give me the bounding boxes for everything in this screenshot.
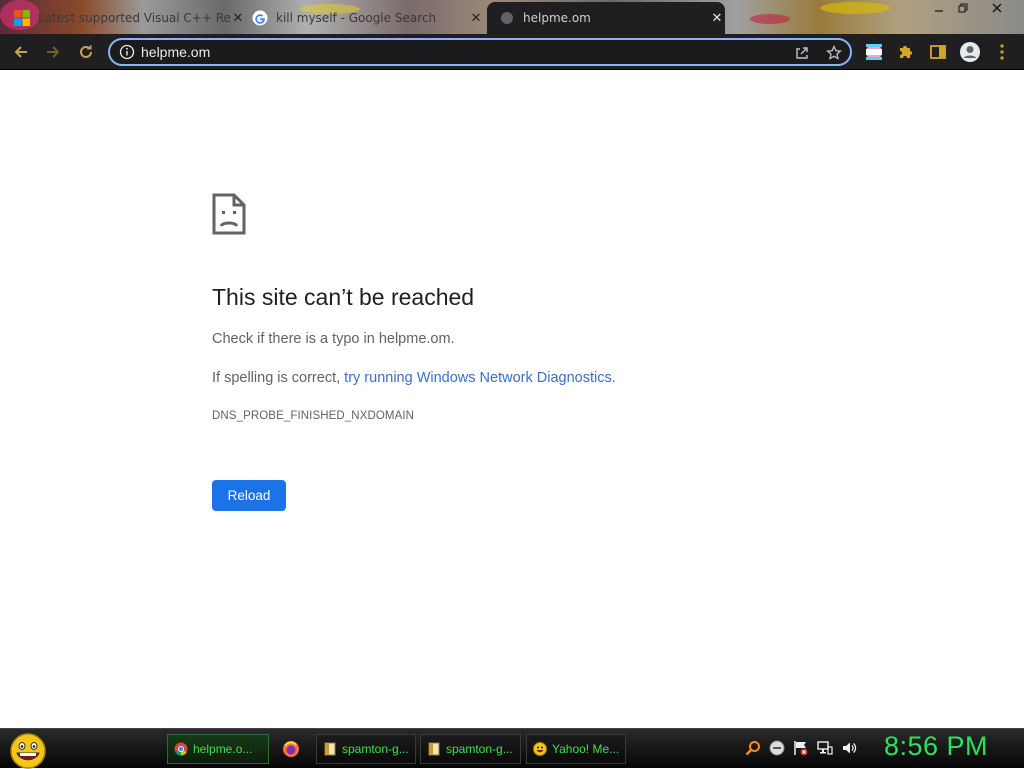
address-input[interactable] [141,44,781,60]
taskbar-item-firefox[interactable] [276,734,308,764]
taskbar-item-yahoo-messenger[interactable]: Yahoo! Me... [526,734,626,764]
close-tab-icon[interactable]: ✕ [468,10,484,26]
tab-strip: Latest supported Visual C++ Re ✕ kill my… [0,0,1024,34]
google-logo-icon [252,10,268,26]
minimize-icon [935,10,943,12]
taskbar-clock[interactable]: 8:56 PM [884,731,988,762]
taskbar-item-label: helpme.o... [193,742,253,756]
close-tab-icon[interactable]: ✕ [709,10,725,26]
refresh-icon [80,45,92,58]
taskbar: helpme.o... spamton-g... spamton-g... Ya… [0,728,1024,769]
tray-volume[interactable] [840,739,858,757]
more-vertical-icon [1000,44,1004,60]
info-icon[interactable] [119,44,135,60]
restore-icon [958,3,968,13]
forward-button[interactable] [40,39,66,65]
tab-visual-cpp[interactable]: Latest supported Visual C++ Re ✕ [14,2,246,34]
close-icon [992,3,1002,13]
theme-splat [820,2,890,14]
close-tab-icon[interactable]: ✕ [230,10,246,26]
speaker-icon [843,742,857,754]
restore-button[interactable] [952,0,974,16]
browser-toolbar [0,34,1024,70]
network-diagnostics-link[interactable]: try running Windows Network Diagnostics [344,370,612,386]
search-icon [745,741,760,756]
reload-button[interactable]: Reload [212,480,286,511]
diagnostics-hint: If spelling is correct, try running Wind… [212,370,616,386]
theme-splat [750,14,790,24]
tab-favicon [501,12,513,24]
start-button[interactable] [8,731,48,769]
microsoft-logo-icon [14,10,30,26]
page-content: This site can’t be reached Check if ther… [0,71,1024,728]
close-window-button[interactable] [986,0,1008,16]
diagnostics-hint-suffix: . [611,370,616,386]
taskbar-item-label: spamton-g... [446,742,513,756]
side-panel-button[interactable] [925,39,951,65]
profile-flag-extension[interactable] [861,39,887,65]
extensions-button[interactable] [893,39,919,65]
flag-warning-icon [794,741,808,756]
tab-google-search[interactable]: kill myself - Google Search ✕ [252,2,484,34]
tab-helpme-active[interactable]: helpme.om ✕ [487,2,725,34]
tab-title: kill myself - Google Search [276,11,437,25]
chrome-icon [174,742,188,756]
error-code: DNS_PROBE_FINISHED_NXDOMAIN [212,410,415,422]
minimize-button[interactable] [928,0,950,16]
tray-action-center[interactable] [792,739,810,757]
tray-search[interactable] [744,739,762,757]
pride-flag-icon [866,44,882,60]
profile-button[interactable] [957,39,983,65]
tray-messenger[interactable] [768,739,786,757]
sad-page-icon [212,193,246,235]
menu-button[interactable] [989,39,1015,65]
puzzle-piece-icon [900,46,912,58]
back-button[interactable] [8,39,34,65]
folder-icon [324,742,336,756]
taskbar-item-label: Yahoo! Me... [552,742,620,756]
share-icon[interactable] [794,45,810,61]
network-icon [817,741,833,755]
side-panel-icon [930,45,946,59]
arrow-right-icon [47,46,60,58]
bookmark-star-icon[interactable] [826,45,842,61]
typo-hint: Check if there is a typo in helpme.om. [212,331,455,347]
arrow-left-icon [14,46,27,58]
folder-icon [428,742,440,756]
reload-toolbar-button[interactable] [73,39,99,65]
taskbar-item-label: spamton-g... [342,742,409,756]
address-bar[interactable] [108,38,852,66]
yahoo-messenger-icon [533,742,547,756]
tray-network[interactable] [816,739,834,757]
error-title: This site can’t be reached [212,284,475,310]
taskbar-item-folder[interactable]: spamton-g... [316,734,416,764]
firefox-icon [283,741,299,757]
taskbar-item-folder[interactable]: spamton-g... [420,734,521,764]
diagnostics-hint-prefix: If spelling is correct, [212,370,345,386]
tab-title: Latest supported Visual C++ Re [38,11,230,25]
tab-title: helpme.om [523,11,591,25]
avatar-icon [960,42,980,62]
taskbar-item-chrome[interactable]: helpme.o... [167,734,269,764]
messenger-status-icon [769,740,785,756]
